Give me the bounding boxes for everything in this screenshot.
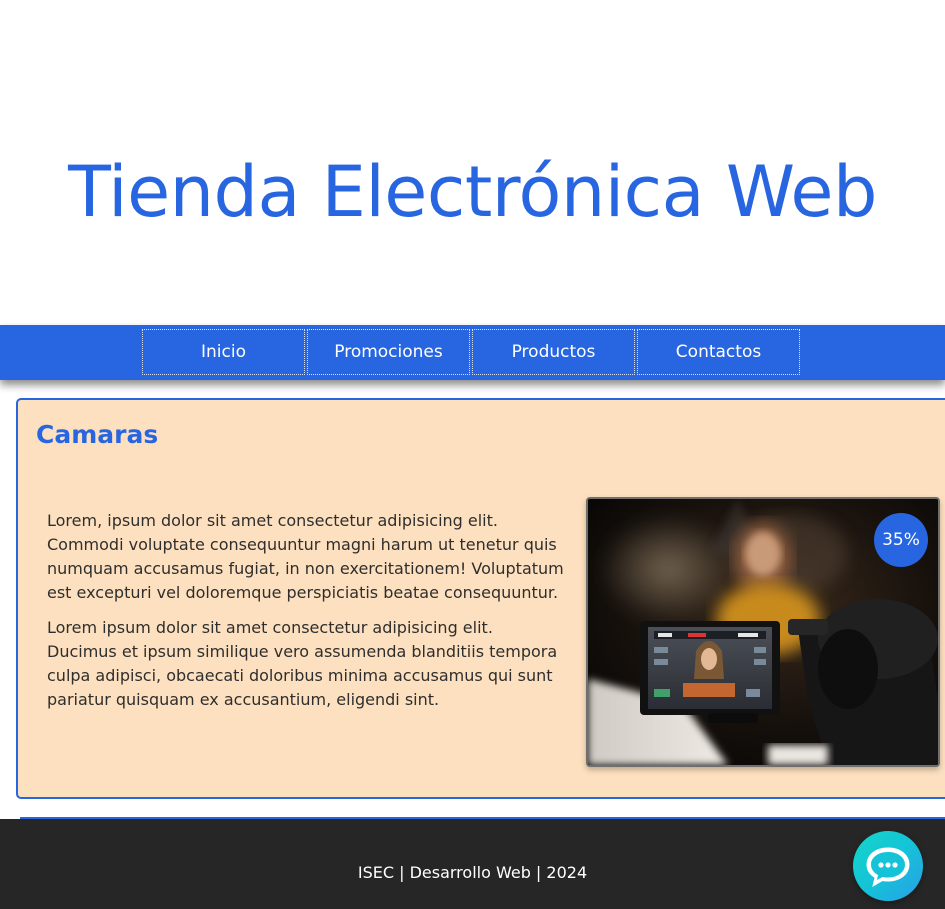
main-navbar: Inicio Promociones Productos Contactos [0,325,945,380]
cameras-section: Camaras Lorem, ipsum dolor sit amet cons… [16,398,945,799]
product-image-card[interactable]: 35% [586,497,940,767]
section-paragraph-2: Lorem ipsum dolor sit amet consectetur a… [47,618,558,709]
footer-text: ISEC | Desarrollo Web | 2024 [357,863,588,882]
nav-item-promociones[interactable]: Promociones [307,329,470,375]
section-title: Camaras [36,420,159,449]
site-title: Tienda Electrónica Web [68,150,877,233]
nav-item-inicio[interactable]: Inicio [142,329,305,375]
nav-item-contactos[interactable]: Contactos [637,329,800,375]
site-footer: ISEC | Desarrollo Web | 2024 [0,819,945,909]
chat-button[interactable] [853,831,923,901]
site-header: Tienda Electrónica Web [0,0,945,325]
chat-bubble-icon [866,847,910,888]
nav-item-productos[interactable]: Productos [472,329,635,375]
section-paragraph-1: Lorem, ipsum dolor sit amet consectetur … [47,511,564,602]
discount-badge: 35% [874,513,928,567]
